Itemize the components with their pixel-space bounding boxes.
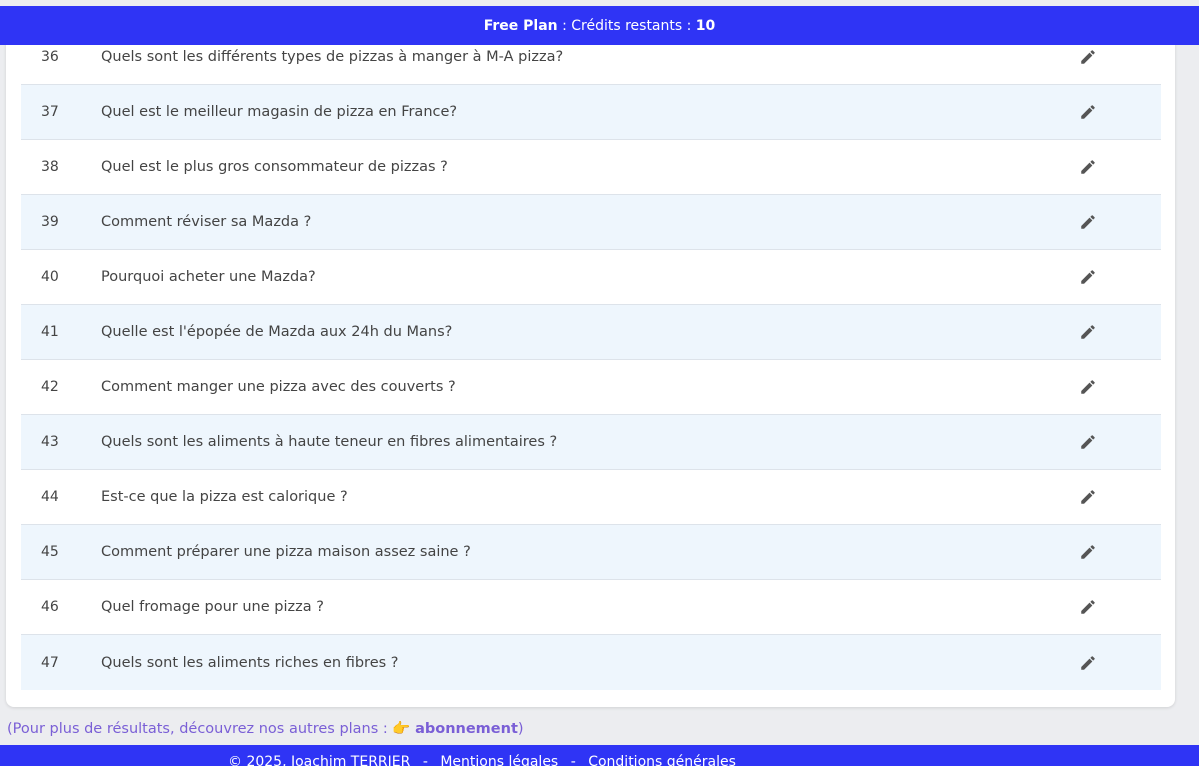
question-number: 40 (41, 269, 59, 285)
pencil-icon[interactable] (1079, 654, 1097, 672)
question-text: Comment réviser sa Mazda ? (101, 214, 312, 230)
question-number: 46 (41, 599, 59, 615)
pencil-icon[interactable] (1079, 103, 1097, 121)
question-number: 42 (41, 379, 59, 395)
question-number: 41 (41, 324, 59, 340)
table-row: 42 Comment manger une pizza avec des couv… (21, 360, 1161, 415)
plan-name: Free Plan (483, 17, 558, 34)
footer-separator: - (570, 754, 576, 766)
pencil-icon[interactable] (1079, 323, 1097, 341)
question-number: 43 (41, 434, 59, 450)
footer: © 2025, Joachim TERRIER - Mentions légal… (0, 745, 1199, 766)
credits-value: 10 (695, 17, 716, 34)
footer-separator: - (422, 754, 428, 766)
question-text: Quels sont les aliments riches en fibres… (101, 654, 399, 671)
plan-banner: Free Plan : Crédits restants : 10 (0, 6, 1199, 45)
terms-link[interactable]: Conditions générales (588, 754, 736, 766)
question-text: Comment préparer une pizza maison assez … (101, 544, 471, 560)
more-results-note: (Pour plus de résultats, découvrez nos a… (7, 720, 524, 737)
table-row: 39 Comment réviser sa Mazda ? (21, 195, 1161, 250)
question-number: 47 (41, 654, 59, 671)
subscription-link[interactable]: abonnement (415, 721, 518, 737)
more-prefix: (Pour plus de résultats, découvrez nos a… (7, 721, 393, 737)
table-row: 46 Quel fromage pour une pizza ? (21, 580, 1161, 635)
table-row: 47 Quels sont les aliments riches en fibr… (21, 635, 1161, 690)
pencil-icon[interactable] (1079, 213, 1097, 231)
pointing-hand-icon: 👉 (392, 721, 411, 737)
table-row: 38 Quel est le plus gros consommateur de … (21, 140, 1161, 195)
question-number: 38 (41, 159, 59, 175)
credits-label: : Crédits restants : (557, 17, 696, 34)
pencil-icon[interactable] (1079, 488, 1097, 506)
question-text: Quels sont les aliments à haute teneur e… (101, 434, 558, 450)
question-number: 37 (41, 104, 59, 120)
table-row: 43 Quels sont les aliments à haute teneur… (21, 415, 1161, 470)
table-row: 45 Comment préparer une pizza maison asse… (21, 525, 1161, 580)
pencil-icon[interactable] (1079, 158, 1097, 176)
table-row: 40 Pourquoi acheter une Mazda? (21, 250, 1161, 305)
question-number: 39 (41, 214, 59, 230)
questions-table: 36 Quels sont les différents types de piz… (21, 30, 1161, 690)
question-text: Pourquoi acheter une Mazda? (101, 269, 316, 285)
pencil-icon[interactable] (1079, 48, 1097, 66)
more-suffix: ) (517, 721, 524, 737)
question-text: Quelle est l'épopée de Mazda aux 24h du … (101, 324, 453, 340)
question-text: Quel fromage pour une pizza ? (101, 599, 324, 615)
question-number: 44 (41, 489, 59, 505)
question-text: Quel est le meilleur magasin de pizza en… (101, 104, 458, 120)
pencil-icon[interactable] (1079, 268, 1097, 286)
pencil-icon[interactable] (1079, 378, 1097, 396)
table-row: 41 Quelle est l'épopée de Mazda aux 24h d… (21, 305, 1161, 360)
legal-link[interactable]: Mentions légales (440, 754, 558, 766)
pencil-icon[interactable] (1079, 433, 1097, 451)
question-number: 45 (41, 544, 59, 560)
question-text: Comment manger une pizza avec des couver… (101, 379, 456, 395)
question-text: Quels sont les différents types de pizza… (101, 49, 564, 65)
table-row: 44 Est-ce que la pizza est calorique ? (21, 470, 1161, 525)
questions-card: 36 Quels sont les différents types de piz… (6, 20, 1175, 707)
pencil-icon[interactable] (1079, 598, 1097, 616)
question-text: Quel est le plus gros consommateur de pi… (101, 159, 448, 175)
copyright: © 2025, Joachim TERRIER (228, 754, 411, 766)
question-text: Est-ce que la pizza est calorique ? (101, 489, 348, 505)
table-row: 37 Quel est le meilleur magasin de pizza … (21, 85, 1161, 140)
question-number: 36 (41, 49, 59, 65)
pencil-icon[interactable] (1079, 543, 1097, 561)
